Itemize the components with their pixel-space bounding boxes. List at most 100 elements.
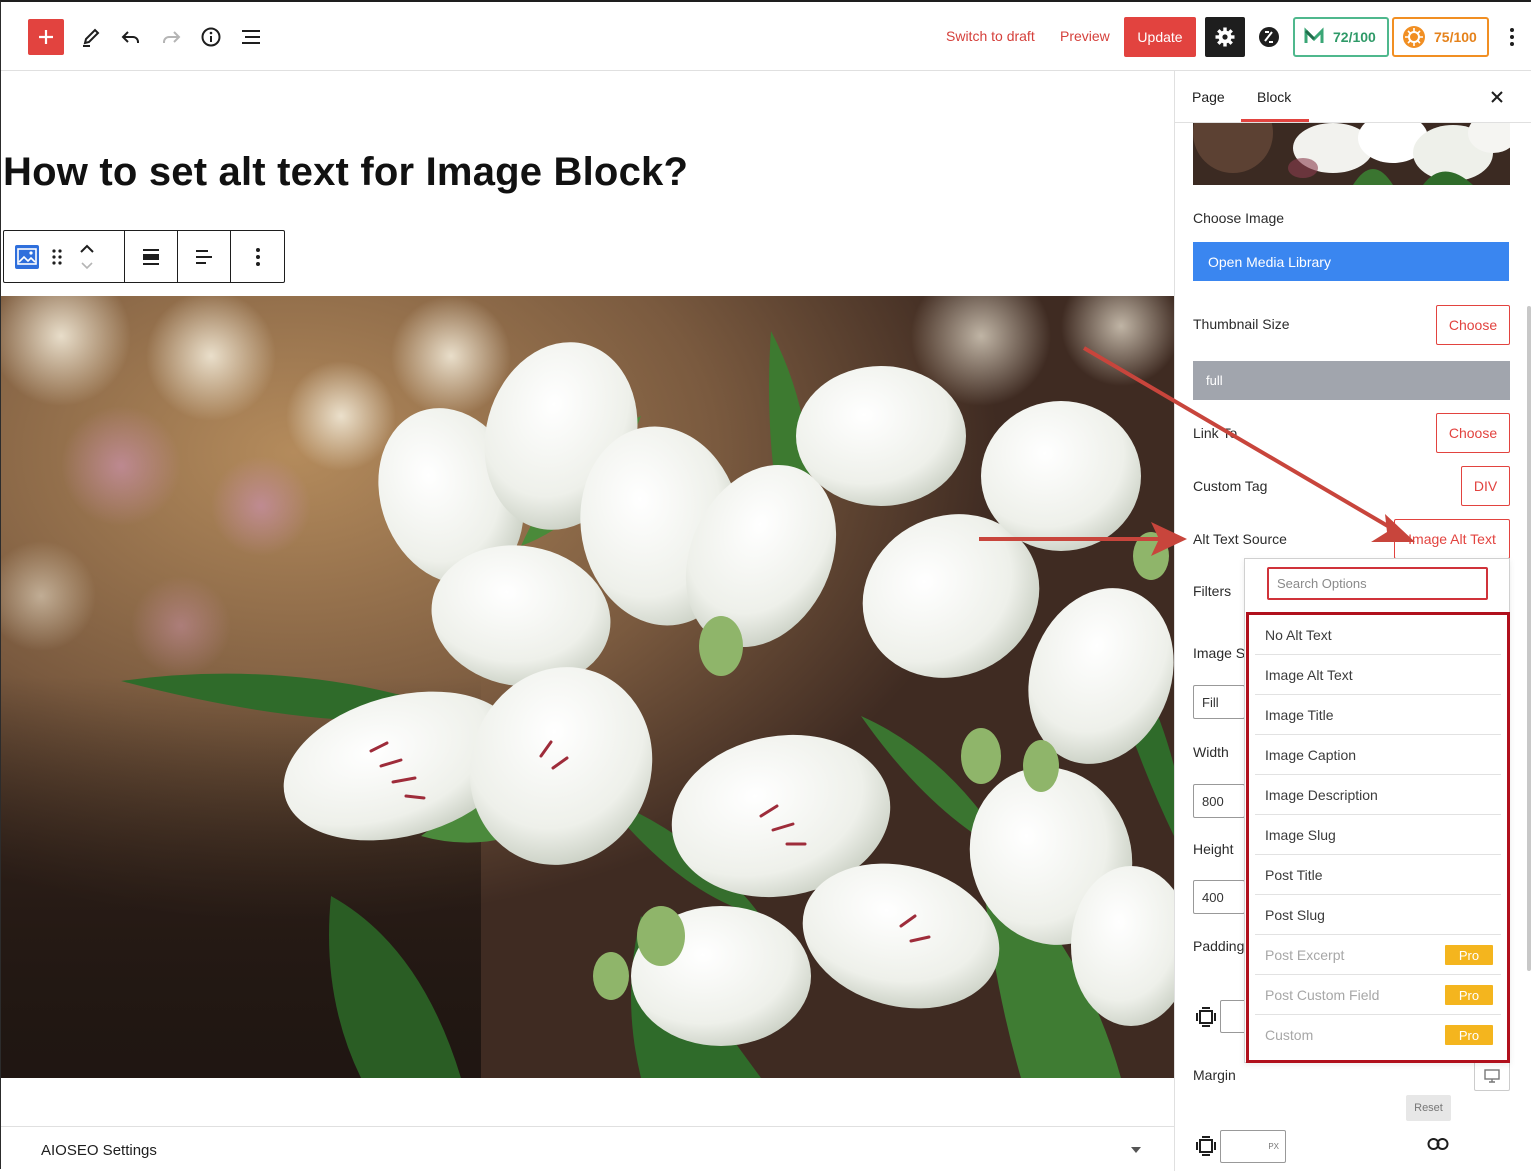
custom-tag-button[interactable]: DIV [1461, 466, 1510, 506]
close-icon [1491, 91, 1503, 103]
text-align-button[interactable] [189, 237, 219, 277]
undo-button[interactable] [113, 19, 149, 55]
dropdown-option-label: Post Slug [1265, 906, 1325, 923]
align-button[interactable] [136, 237, 166, 277]
image-fit-select[interactable]: Fill [1193, 685, 1245, 719]
block-options-button[interactable] [243, 237, 273, 277]
block-toolbar-group-main [4, 231, 125, 282]
sidebar-tabs: Page Block [1175, 71, 1531, 123]
link-to-choose-button[interactable]: Choose [1436, 413, 1510, 453]
list-view-button[interactable] [233, 19, 269, 55]
info-icon [201, 27, 221, 47]
list-view-icon [242, 30, 260, 44]
white-lilies-photo [1, 296, 1174, 1078]
responsive-device-button[interactable] [1474, 1061, 1510, 1091]
more-vertical-icon [1510, 28, 1514, 46]
link-icon [1427, 1138, 1449, 1150]
pro-badge: Pro [1445, 985, 1493, 1005]
dropdown-option[interactable]: No Alt Text [1255, 615, 1501, 655]
zip-logo-icon [1259, 27, 1279, 47]
dropdown-option[interactable]: Image Description [1255, 775, 1501, 815]
dropdown-option[interactable]: Post Excerpt Pro [1255, 935, 1501, 975]
orange-score-icon [1403, 26, 1425, 48]
device-desktop-icon [1484, 1069, 1500, 1083]
pro-badge: Pro [1445, 1025, 1493, 1045]
margin-input[interactable]: PX [1220, 1130, 1286, 1163]
dropdown-option-label: Post Custom Field [1265, 986, 1380, 1003]
move-up-down-buttons[interactable] [72, 237, 102, 277]
dropdown-option[interactable]: Post Title [1255, 855, 1501, 895]
alt-text-source-dropdown: Search Options No Alt Text Image Alt Text… [1244, 558, 1510, 1063]
drag-handle-icon [52, 248, 62, 265]
filters-label: Filters [1193, 583, 1232, 599]
thumbnail-size-value[interactable]: full [1193, 361, 1510, 400]
alt-text-source-select[interactable]: Image Alt Text [1394, 519, 1510, 559]
height-label: Height [1193, 841, 1234, 857]
drag-handle[interactable] [42, 237, 72, 277]
padding-box-icon-wrap[interactable] [1195, 1006, 1217, 1028]
add-block-button[interactable] [28, 19, 64, 55]
margin-reset-button[interactable]: Reset [1406, 1095, 1451, 1121]
margin-label: Margin [1193, 1067, 1236, 1083]
image-block-photo[interactable] [1, 296, 1174, 1078]
plus-icon [39, 30, 53, 44]
readability-score-badge[interactable]: 75/100 [1392, 17, 1489, 57]
settings-button[interactable] [1205, 17, 1245, 57]
dropdown-option[interactable]: Image Title [1255, 695, 1501, 735]
custom-tag-label: Custom Tag [1193, 478, 1268, 494]
dropdown-option-label: Post Excerpt [1265, 946, 1345, 963]
block-toolbar [3, 230, 285, 283]
pro-badge: Pro [1445, 945, 1493, 965]
align-wide-icon [143, 248, 159, 265]
dropdown-option-label: Image Title [1265, 706, 1334, 723]
link-to-label: Link To [1193, 425, 1238, 441]
search-options-input[interactable]: Search Options [1267, 567, 1488, 600]
box-spacing-icon [1196, 1136, 1216, 1156]
width-input[interactable]: 800 [1193, 784, 1245, 818]
tools-button[interactable] [73, 19, 109, 55]
post-title[interactable]: How to set alt text for Image Block? [3, 150, 688, 195]
block-toolbar-group-text [178, 231, 231, 282]
dropdown-option[interactable]: Custom Pro [1255, 1015, 1501, 1055]
dropdown-option[interactable]: Image Slug [1255, 815, 1501, 855]
redo-button[interactable] [153, 19, 189, 55]
dropdown-option-label: Custom [1265, 1027, 1314, 1043]
redo-icon [163, 31, 181, 43]
switch-to-draft-link[interactable]: Switch to draft [946, 28, 1035, 44]
block-type-button[interactable] [12, 237, 42, 277]
margin-box-icon-wrap[interactable] [1195, 1135, 1217, 1157]
thumbnail-size-label: Thumbnail Size [1193, 316, 1290, 332]
sidebar-scrollbar[interactable] [1527, 306, 1531, 971]
details-button[interactable] [193, 19, 229, 55]
app-frame: Switch to draft Preview Update 72/100 75… [0, 0, 1531, 1171]
close-sidebar-button[interactable] [1487, 87, 1507, 107]
aioseo-settings-label: AIOSEO Settings [41, 1142, 157, 1159]
editor-top-toolbar: Switch to draft Preview Update 72/100 75… [1, 2, 1531, 71]
block-toolbar-group-align [125, 231, 178, 282]
thumbnail-photo [1193, 123, 1510, 185]
open-media-library-button[interactable]: Open Media Library [1193, 242, 1509, 281]
dropdown-option[interactable]: Image Caption [1255, 735, 1501, 775]
update-button[interactable]: Update [1124, 17, 1196, 57]
dropdown-option[interactable]: Post Custom Field Pro [1255, 975, 1501, 1015]
dropdown-option[interactable]: Image Alt Text [1255, 655, 1501, 695]
preview-link[interactable]: Preview [1060, 28, 1110, 44]
box-spacing-icon [1196, 1007, 1216, 1027]
options-button[interactable] [1504, 22, 1520, 52]
caret-down-icon [1131, 1147, 1141, 1153]
seo-score-value: 72/100 [1333, 29, 1376, 45]
image-block-icon [15, 244, 39, 269]
seo-score-badge[interactable]: 72/100 [1293, 17, 1389, 57]
thumbnail-size-choose-button[interactable]: Choose [1436, 305, 1510, 345]
block-toolbar-group-more [231, 231, 284, 282]
height-input[interactable]: 400 [1193, 880, 1245, 914]
aioseo-settings-panel[interactable]: AIOSEO Settings [1, 1126, 1174, 1171]
tab-block[interactable]: Block [1257, 89, 1291, 105]
tab-page[interactable]: Page [1192, 89, 1225, 105]
dropdown-option-label: Image Caption [1265, 746, 1357, 763]
link-values-button[interactable] [1427, 1133, 1449, 1155]
image-size-label: Image S [1193, 645, 1246, 661]
zip-plugin-button[interactable] [1251, 19, 1287, 55]
dropdown-option[interactable]: Post Slug [1255, 895, 1501, 935]
dropdown-option-label: Image Alt Text [1265, 666, 1353, 683]
